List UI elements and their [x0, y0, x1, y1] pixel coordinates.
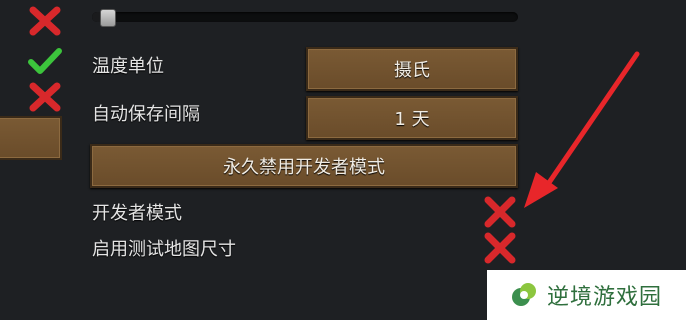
developer-mode-cross-icon[interactable] — [483, 196, 517, 228]
autosave-interval-label: 自动保存间隔 — [92, 104, 200, 125]
test-map-sizes-cross-icon[interactable] — [483, 232, 517, 264]
temperature-unit-label: 温度单位 — [92, 56, 164, 77]
watermark-logo-icon — [512, 283, 536, 306]
cross-icon — [29, 82, 61, 112]
test-map-sizes-label: 启用测试地图尺寸 — [92, 239, 236, 260]
slider-track[interactable] — [92, 12, 518, 22]
slider-handle[interactable] — [100, 9, 116, 27]
left-partial-button[interactable] — [0, 116, 62, 160]
cross-icon — [29, 6, 61, 36]
autosave-interval-button[interactable]: 1 天 — [306, 96, 518, 140]
annotation-arrow — [524, 51, 640, 208]
watermark-text: 逆境游戏园 — [547, 285, 663, 310]
temperature-unit-button[interactable]: 摄氏 — [306, 47, 518, 91]
disable-developer-mode-button[interactable]: 永久禁用开发者模式 — [90, 144, 518, 188]
watermark: 逆境游戏园 — [487, 270, 686, 320]
developer-mode-label: 开发者模式 — [92, 203, 182, 224]
check-icon — [28, 48, 62, 74]
